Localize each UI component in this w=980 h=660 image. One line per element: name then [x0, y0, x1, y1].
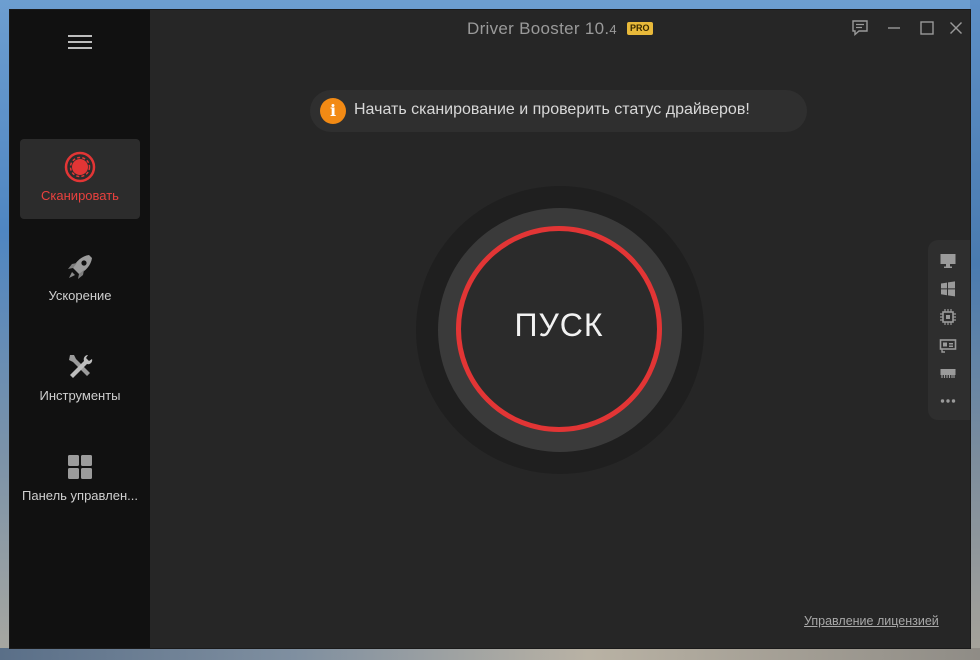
dashboard-grid-icon: [68, 455, 92, 479]
sidebar-item-label: Сканировать: [41, 188, 119, 203]
sidebar-item-dashboard[interactable]: Панель управлен...: [20, 439, 140, 519]
scan-start-label: ПУСК: [514, 307, 604, 343]
info-banner-text: Начать сканирование и проверить статус д…: [354, 101, 750, 118]
sidebar-item-label: Ускорение: [48, 288, 112, 303]
feedback-icon[interactable]: [850, 18, 870, 38]
tools-icon: [69, 355, 93, 378]
sidebar: Сканировать Ускорение Инструменты Панель…: [10, 10, 150, 648]
app-title-minor: 4: [609, 22, 617, 37]
maximize-icon[interactable]: [917, 18, 937, 38]
desktop-taskbar-strip: [0, 648, 980, 660]
rocket-icon: [68, 255, 92, 279]
menu-icon[interactable]: [68, 35, 92, 49]
scan-button-outer-ring: ПУСК: [416, 186, 704, 474]
more-icon[interactable]: [939, 392, 957, 410]
minimize-icon[interactable]: [884, 18, 904, 38]
network-card-icon[interactable]: [939, 336, 957, 354]
chip-icon[interactable]: [939, 308, 957, 326]
close-icon[interactable]: [946, 18, 966, 38]
scan-target-icon: [64, 151, 96, 183]
info-banner: i Начать сканирование и проверить статус…: [310, 90, 807, 132]
app-title: Driver Booster 10.4: [467, 19, 617, 39]
sidebar-item-boost[interactable]: Ускорение: [20, 239, 140, 319]
sidebar-item-scan[interactable]: Сканировать: [20, 139, 140, 219]
hardware-quick-panel: [928, 240, 970, 420]
monitor-icon[interactable]: [939, 252, 957, 270]
sidebar-item-tools[interactable]: Инструменты: [20, 339, 140, 419]
scan-button-mid-ring: ПУСК: [438, 208, 682, 452]
license-management-link[interactable]: Управление лицензией: [804, 614, 939, 628]
scan-start-button[interactable]: ПУСК: [456, 226, 662, 432]
sidebar-item-label: Панель управлен...: [22, 488, 138, 503]
pro-badge: PRO: [627, 22, 653, 35]
title-bar: Driver Booster 10.4 PRO: [150, 10, 970, 46]
app-title-main: Driver Booster 10.: [467, 19, 610, 38]
app-window: Сканировать Ускорение Инструменты Панель…: [10, 10, 970, 648]
desktop-background: [970, 0, 980, 660]
windows-icon[interactable]: [939, 280, 957, 298]
memory-icon[interactable]: [939, 364, 957, 382]
info-icon: i: [320, 98, 346, 124]
sidebar-item-label: Инструменты: [39, 388, 121, 403]
